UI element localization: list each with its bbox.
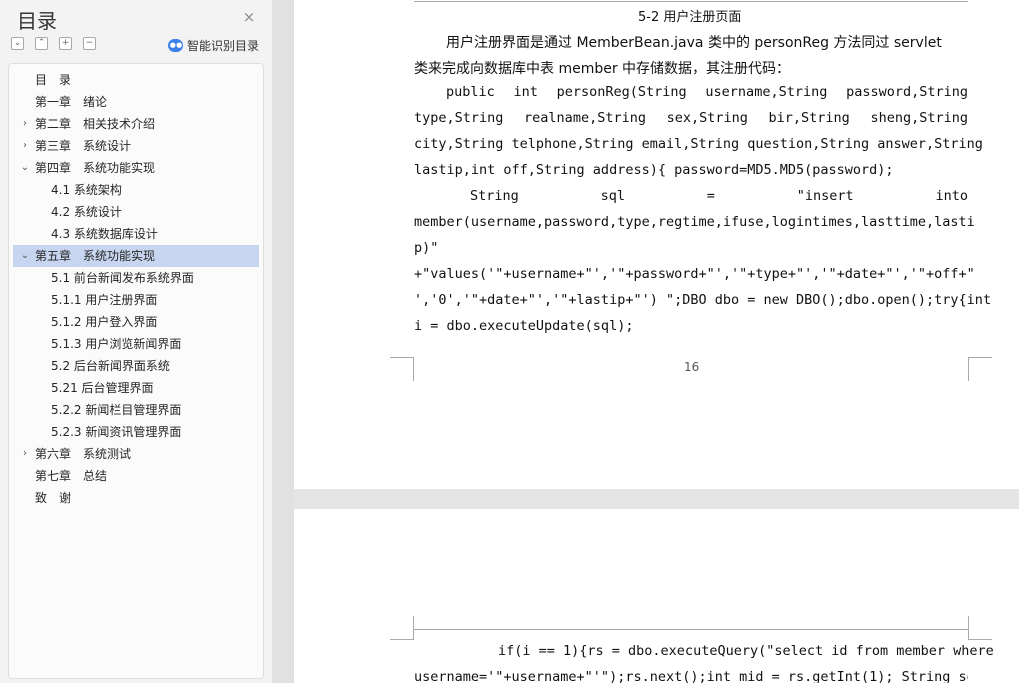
code-token: sql <box>600 188 625 204</box>
code-token: bir,String <box>768 110 850 126</box>
sidebar-gutter <box>272 0 294 683</box>
code-line: lastip,int off,String address){ password… <box>414 162 894 178</box>
toc-item-label: 5.2 后台新闻界面系统 <box>51 359 170 373</box>
add-heading-icon[interactable]: + <box>59 37 72 50</box>
toc-item-label: 致 谢 <box>35 491 72 505</box>
crop-mark <box>390 357 414 381</box>
figure-caption: 5-2 用户注册页面 <box>638 10 742 25</box>
code-token: username,String <box>705 84 828 100</box>
toc-item[interactable]: 4.1 系统架构 <box>13 179 259 201</box>
page-number: 16 <box>684 360 700 374</box>
ai-cloud-icon: ● ● <box>168 38 183 52</box>
code-token: = <box>706 188 715 204</box>
toc-item-label: 第五章 系统功能实现 <box>35 249 156 263</box>
code-line: String sql = "insert into <box>414 188 968 204</box>
code-line: type,String realname,String sex,String bir,… <box>414 110 968 126</box>
code-line: i = dbo.executeUpdate(sql); <box>414 318 634 334</box>
crop-mark <box>390 616 414 640</box>
toc-item[interactable]: ⌄ 第四章 系统功能实现 <box>13 157 259 179</box>
document-page: if(i == 1){rs = dbo.executeQuery("select… <box>294 509 1019 683</box>
code-token: "insert <box>796 188 854 204</box>
toc-list: 目 录第一章 绪论 › 第二章 相关技术介绍 › 第三章 系统设计 ⌄ 第四章 系统功能实现… <box>8 63 264 679</box>
code-text: if(i == 1){rs = dbo.executeQuery("select… <box>498 643 994 659</box>
document-page: 5-2 用户注册页面 用户注册界面是通过 MemberBean.java 类中的… <box>294 0 1019 489</box>
toc-item-label: 4.3 系统数据库设计 <box>51 227 158 241</box>
code-line: member(username,password,type,regtime,if… <box>414 214 975 230</box>
crop-mark <box>968 357 992 381</box>
toc-item-label: 4.1 系统架构 <box>51 183 122 197</box>
toc-item-label: 第三章 系统设计 <box>35 139 132 153</box>
code-token: sheng,String <box>870 110 968 126</box>
toc-item[interactable]: 5.1.2 用户登入界面 <box>13 311 259 333</box>
chevron-down-icon[interactable]: ⌄ <box>19 245 31 267</box>
collapse-all-icon[interactable]: ⌃ <box>35 37 48 50</box>
toc-item-label: 第一章 绪论 <box>35 95 108 109</box>
toc-item-label: 第四章 系统功能实现 <box>35 161 156 175</box>
code-line: if(i == 1){rs = dbo.executeQuery("select… <box>414 643 994 659</box>
toc-item[interactable]: 5.1 前台新闻发布系统界面 <box>13 267 259 289</box>
code-line: username='"+username+"'");rs.next();int … <box>414 669 968 683</box>
toc-item-label: 第六章 系统测试 <box>35 447 132 461</box>
expand-all-icon[interactable]: ⌄ <box>11 37 24 50</box>
paragraph-text: 用户注册界面是通过 MemberBean.java 类中的 personReg … <box>446 35 942 51</box>
toc-item[interactable]: › 第三章 系统设计 <box>13 135 259 157</box>
code-token: personReg(String <box>556 84 687 100</box>
toc-item-label: 5.21 后台管理界面 <box>51 381 154 395</box>
toc-item-label: 4.2 系统设计 <box>51 205 122 219</box>
code-line: ','0','"+date+"','"+lastip+"') ";DBO dbo… <box>414 292 992 308</box>
code-token: sex,String <box>666 110 748 126</box>
toc-item-label: 第二章 相关技术介绍 <box>35 117 156 131</box>
toc-item-label: 5.2.3 新闻资讯管理界面 <box>51 425 182 439</box>
sidebar-title: 目录 <box>17 9 57 33</box>
toc-item-label: 5.1.2 用户登入界面 <box>51 315 158 329</box>
toc-item[interactable]: 5.2 后台新闻界面系统 <box>13 355 259 377</box>
toc-item-label: 5.1 前台新闻发布系统界面 <box>51 271 194 285</box>
chevron-right-icon[interactable]: › <box>19 113 31 135</box>
code-token: public <box>446 84 495 100</box>
code-token: password,String <box>846 84 968 100</box>
toc-item[interactable]: 致 谢 <box>13 487 259 509</box>
chevron-right-icon[interactable]: › <box>19 135 31 157</box>
toc-item[interactable]: 5.2.3 新闻资讯管理界面 <box>13 421 259 443</box>
toc-item[interactable]: ⌄ 第五章 系统功能实现 <box>13 245 259 267</box>
toc-item[interactable]: › 第二章 相关技术介绍 <box>13 113 259 135</box>
page-border <box>414 629 968 630</box>
toc-item-label: 目 录 <box>35 73 72 87</box>
toc-item[interactable]: › 第六章 系统测试 <box>13 443 259 465</box>
chevron-down-icon[interactable]: ⌄ <box>19 157 31 179</box>
paragraph-line: 类来完成向数据库中表 member 中存储数据，其注册代码： <box>414 61 791 77</box>
toc-item[interactable]: 5.2.2 新闻栏目管理界面 <box>13 399 259 421</box>
code-line: p)" <box>414 240 439 256</box>
code-token: type,String <box>414 110 504 126</box>
toc-item[interactable]: 4.2 系统设计 <box>13 201 259 223</box>
code-line: +"values('"+username+"','"+password+"','… <box>414 266 975 282</box>
toc-item[interactable]: 5.1.1 用户注册界面 <box>13 289 259 311</box>
code-token: int <box>513 84 538 100</box>
toc-item[interactable]: 4.3 系统数据库设计 <box>13 223 259 245</box>
code-line: city,String telphone,String email,String… <box>414 136 983 152</box>
toc-item[interactable]: 第七章 总结 <box>13 465 259 487</box>
toc-item-label: 5.2.2 新闻栏目管理界面 <box>51 403 182 417</box>
code-token: into <box>935 188 968 204</box>
chevron-right-icon[interactable]: › <box>19 443 31 465</box>
close-icon[interactable]: × <box>241 9 257 25</box>
remove-heading-icon[interactable]: − <box>83 37 96 50</box>
code-token: String <box>470 188 519 204</box>
toc-item[interactable]: 目 录 <box>13 69 259 91</box>
toc-item-label: 第七章 总结 <box>35 469 108 483</box>
smart-recognize-label: 智能识别目录 <box>187 38 260 53</box>
toc-item[interactable]: 5.21 后台管理界面 <box>13 377 259 399</box>
code-line: public int personReg(String username,String… <box>414 84 968 100</box>
toc-sidebar: 目录 × ⌄ ⌃ + − ● ● 智能识别目录 目 录第一章 绪论 › 第二章 相关… <box>0 0 272 683</box>
smart-recognize-button[interactable]: ● ● 智能识别目录 <box>168 36 259 54</box>
code-token: realname,String <box>524 110 646 126</box>
crop-mark <box>968 616 992 640</box>
page-border <box>414 0 968 2</box>
toc-item-label: 5.1.1 用户注册界面 <box>51 293 158 307</box>
toc-item[interactable]: 第一章 绪论 <box>13 91 259 113</box>
paragraph-line: 用户注册界面是通过 MemberBean.java 类中的 personReg … <box>446 32 942 52</box>
toc-item[interactable]: 5.1.3 用户浏览新闻界面 <box>13 333 259 355</box>
toc-item-label: 5.1.3 用户浏览新闻界面 <box>51 337 182 351</box>
